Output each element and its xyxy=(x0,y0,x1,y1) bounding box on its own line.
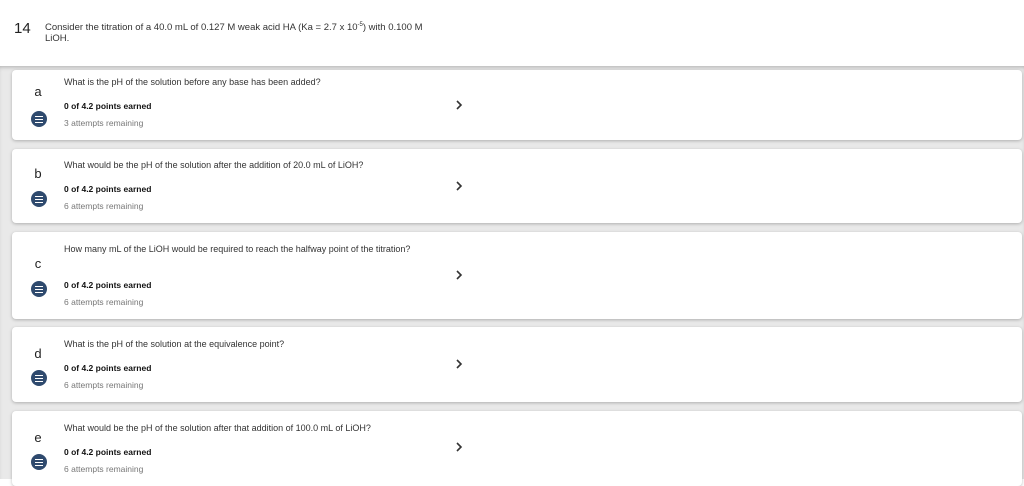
attempts-text: 6 attempts remaining xyxy=(64,201,144,211)
part-letter: a xyxy=(34,84,42,99)
question-text: Consider the titration of a 40.0 mL of 0… xyxy=(45,22,423,45)
list-icon xyxy=(31,191,47,207)
score-text: 0 of 4.2 points earned xyxy=(64,447,152,457)
part-prompt: What is the pH of the solution before an… xyxy=(64,77,321,87)
attempts-text: 6 attempts remaining xyxy=(64,297,144,307)
score-text: 0 of 4.2 points earned xyxy=(64,280,152,290)
attempts-text: 6 attempts remaining xyxy=(64,380,144,390)
list-icon xyxy=(31,281,47,297)
list-icon xyxy=(31,111,47,127)
part-prompt: How many mL of the LiOH would be require… xyxy=(64,244,411,254)
part-letter: b xyxy=(34,166,42,181)
chevron-right-icon[interactable] xyxy=(452,358,466,372)
chevron-right-icon[interactable] xyxy=(452,99,466,113)
chevron-right-icon[interactable] xyxy=(452,441,466,455)
part-prompt: What would be the pH of the solution aft… xyxy=(64,160,364,170)
parts-list: a What is the pH of the solution before … xyxy=(0,66,1024,486)
attempts-text: 3 attempts remaining xyxy=(64,118,144,128)
chevron-right-icon[interactable] xyxy=(452,180,466,194)
list-icon xyxy=(31,454,47,470)
part-card-a[interactable]: a What is the pH of the solution before … xyxy=(12,70,1022,140)
part-prompt: What would be the pH of the solution aft… xyxy=(64,423,371,433)
chevron-right-icon[interactable] xyxy=(452,269,466,283)
score-text: 0 of 4.2 points earned xyxy=(64,363,152,373)
part-card-c[interactable]: c How many mL of the LiOH would be requi… xyxy=(12,232,1022,319)
part-prompt: What is the pH of the solution at the eq… xyxy=(64,339,285,349)
attempts-text: 6 attempts remaining xyxy=(64,464,144,474)
part-letter: c xyxy=(34,256,42,271)
part-card-b[interactable]: b What would be the pH of the solution a… xyxy=(12,149,1022,223)
list-icon xyxy=(31,370,47,386)
part-letter: d xyxy=(34,346,42,361)
score-text: 0 of 4.2 points earned xyxy=(64,101,152,111)
part-card-e[interactable]: e What would be the pH of the solution a… xyxy=(12,411,1022,486)
part-card-d[interactable]: d What is the pH of the solution at the … xyxy=(12,327,1022,402)
score-text: 0 of 4.2 points earned xyxy=(64,184,152,194)
part-letter: e xyxy=(34,430,42,445)
question-header: 14 Consider the titration of a 40.0 mL o… xyxy=(0,0,1024,66)
question-number: 14 xyxy=(14,20,31,37)
